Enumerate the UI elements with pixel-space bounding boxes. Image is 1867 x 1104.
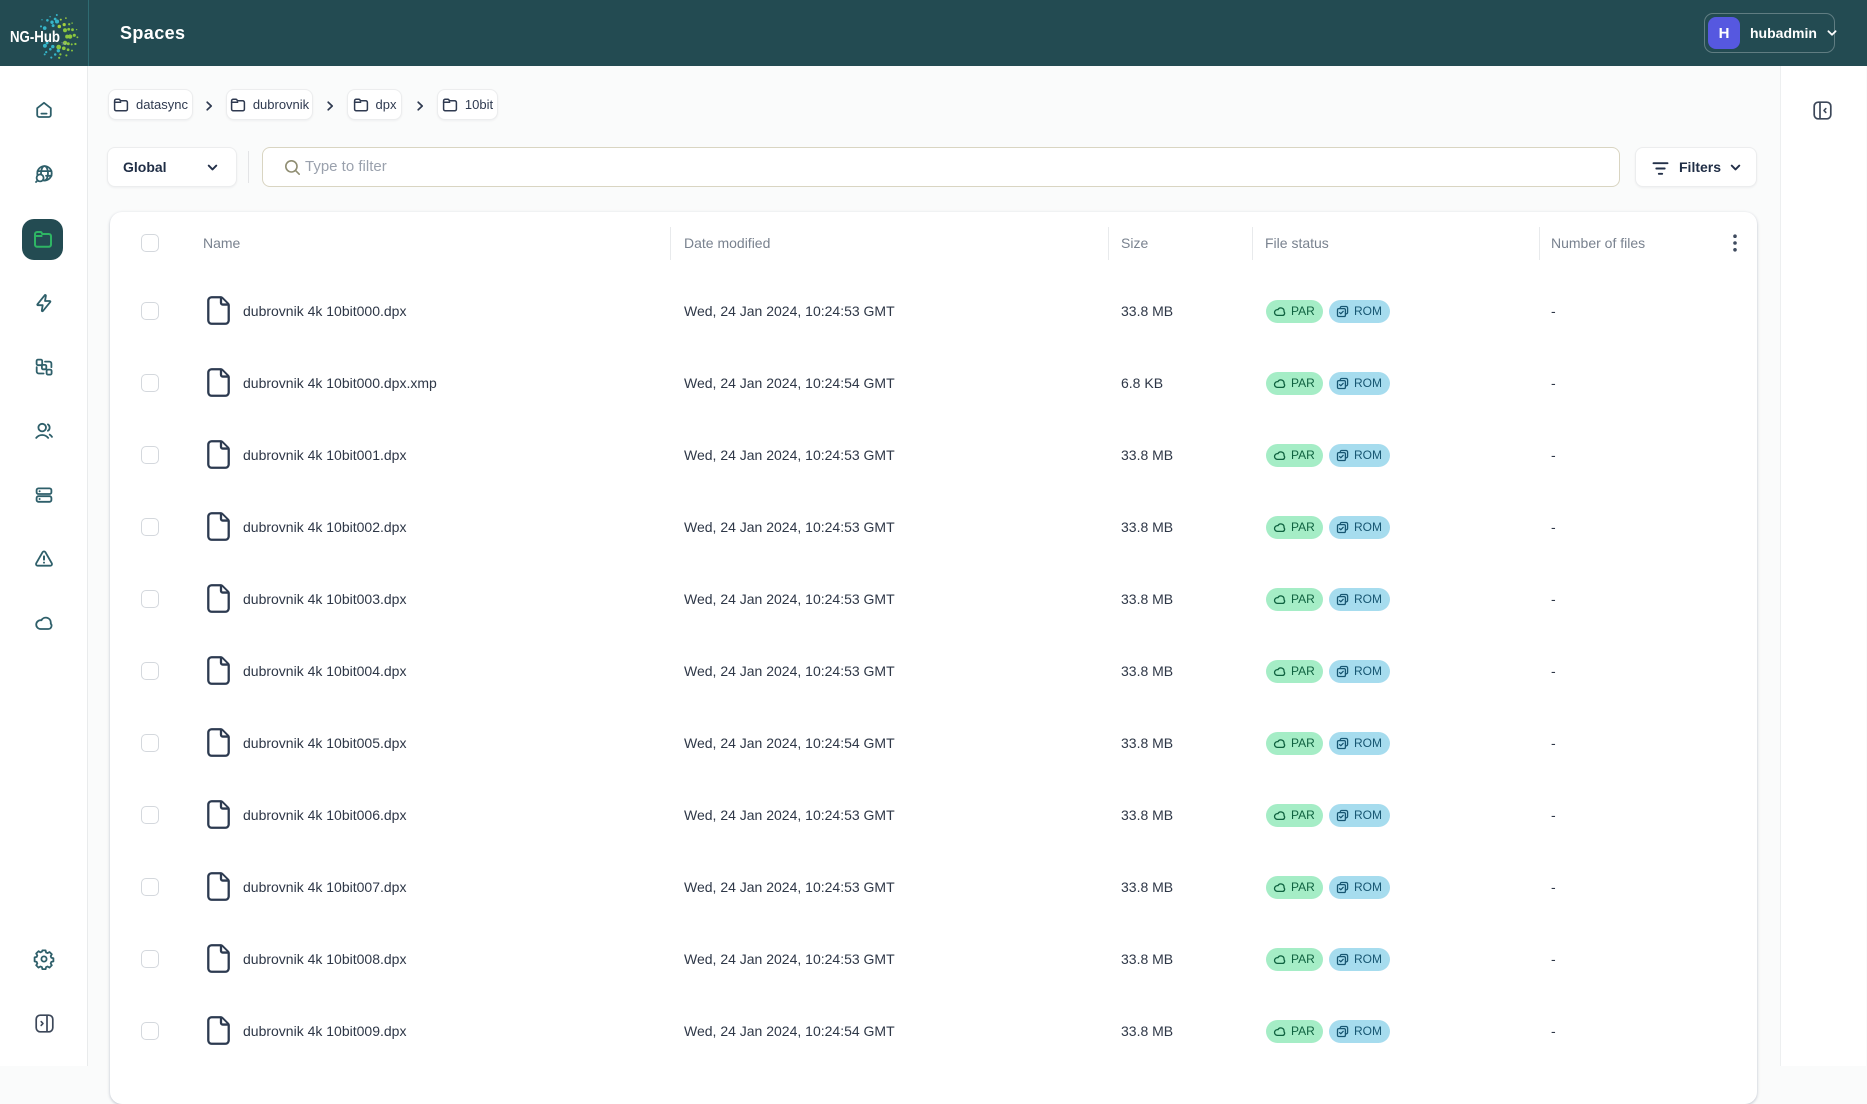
svg-text:NG-Hub: NG-Hub <box>10 29 60 46</box>
svg-text:TM: TM <box>61 42 66 46</box>
